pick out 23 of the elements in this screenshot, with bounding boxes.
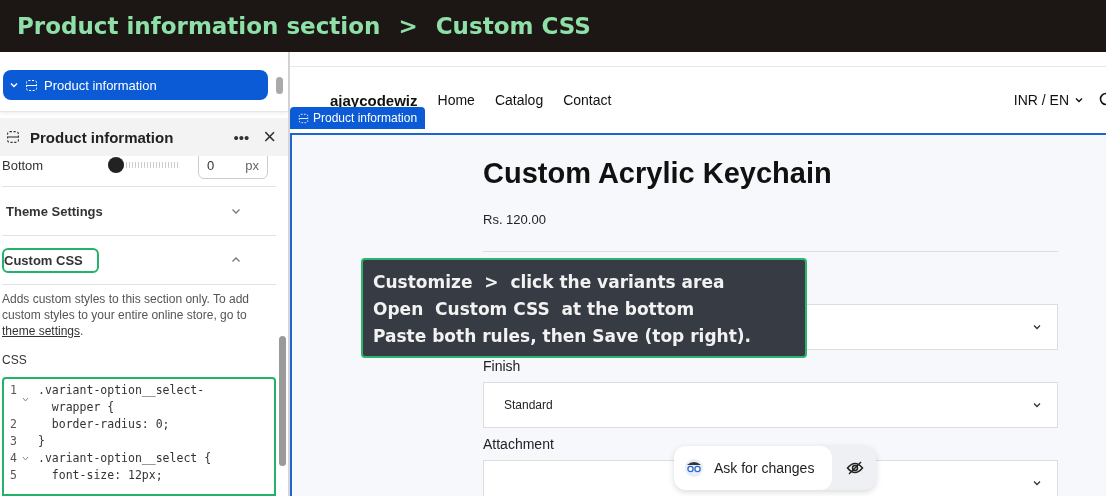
option-label: Finish (483, 357, 522, 376)
instruction-line: Paste both rules, then Save (top right). (373, 325, 753, 348)
line-number: 4 (10, 450, 18, 467)
panel-title: Product information (30, 128, 175, 146)
line-number: 1 (10, 382, 18, 399)
setting-label: Bottom (2, 157, 45, 173)
code-line: .variant-option__select { (38, 450, 212, 467)
line-number: 3 (10, 433, 18, 450)
product-price: Rs. 120.00 (483, 212, 547, 227)
product-title: Custom Acrylic Keychain (483, 157, 833, 190)
code-line: border-radius: 0; (50, 416, 170, 433)
line-number: 5 (10, 467, 18, 484)
instruction-line: Customize > click the variants area (373, 271, 726, 294)
code-line: } (38, 433, 45, 450)
description-text: Adds custom styles to this section only. To add custom styles to your entire online store, go to theme settings. (2, 291, 250, 339)
field-label: CSS (2, 353, 28, 367)
banner-subtitle: Custom CSS (435, 13, 591, 39)
separator: > (398, 13, 418, 39)
option-label: Attachment (483, 435, 555, 454)
code-line: font-size: 12px; (50, 467, 163, 484)
line-number: 2 (10, 416, 18, 433)
instruction-line: Open Custom CSS at the bottom (373, 298, 696, 321)
banner-title: Product information section (17, 13, 381, 39)
